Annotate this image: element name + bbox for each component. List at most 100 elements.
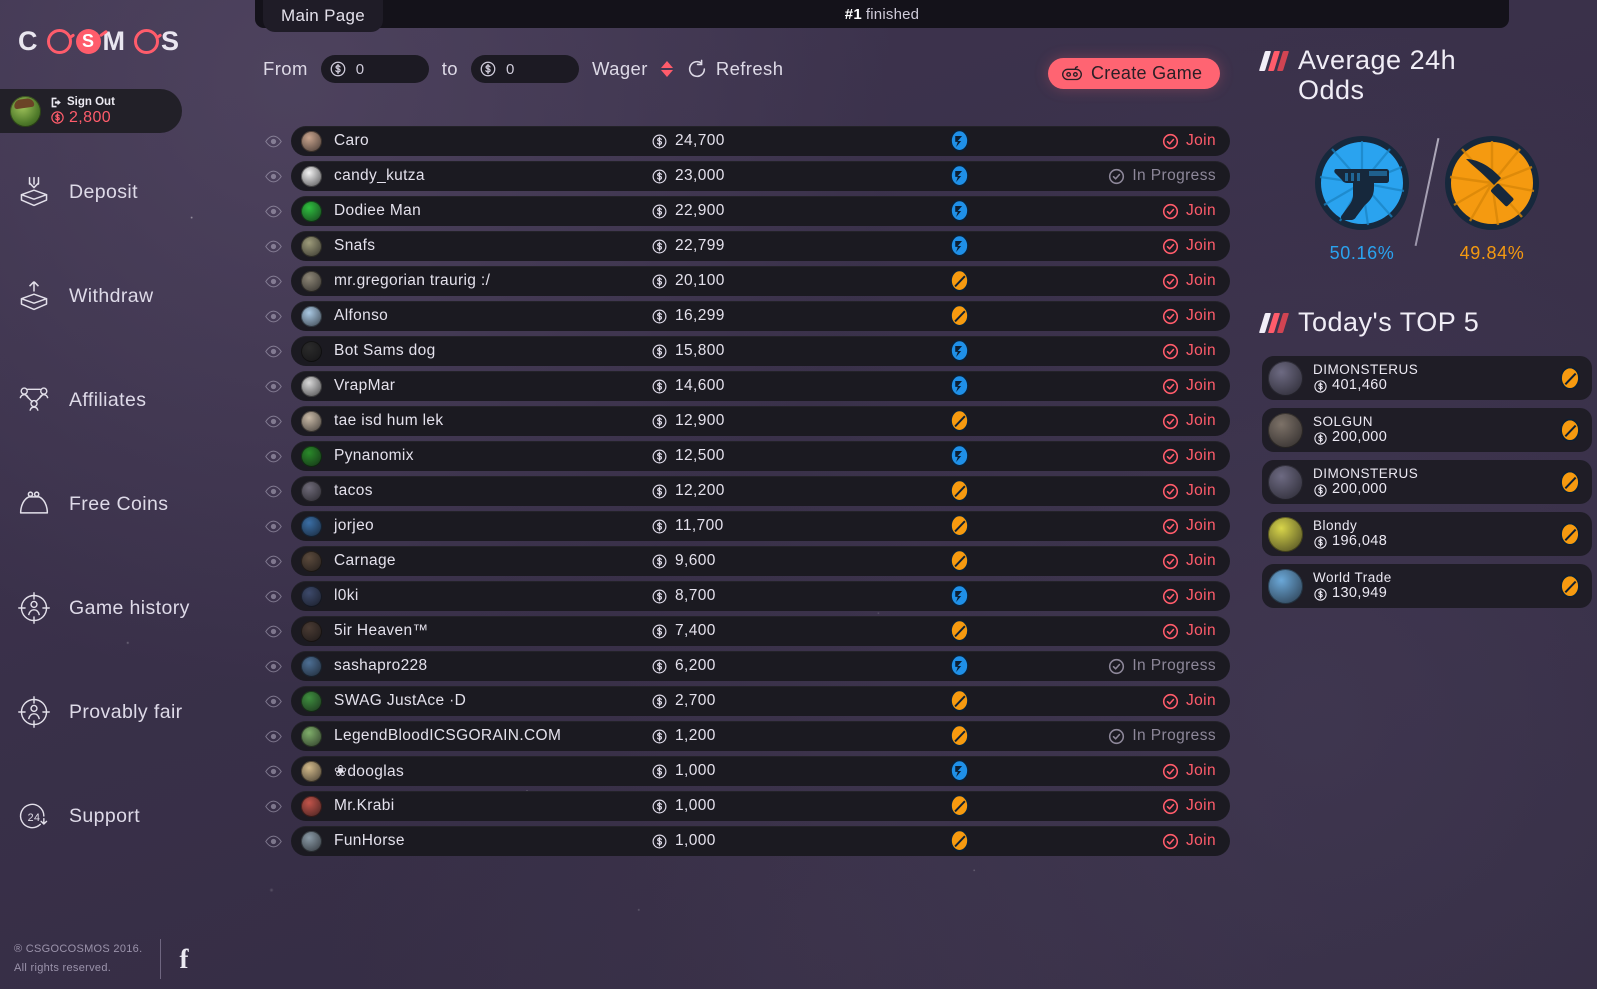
- join-button[interactable]: Join: [1162, 552, 1216, 570]
- game-row-body[interactable]: Caro 24,700 Join: [291, 126, 1230, 156]
- join-button[interactable]: Join: [1162, 587, 1216, 605]
- user-profile-panel[interactable]: Sign Out 2,800: [0, 89, 182, 133]
- join-button[interactable]: Join: [1162, 832, 1216, 850]
- game-row-body[interactable]: tacos 12,200 Join: [291, 476, 1230, 506]
- facebook-icon[interactable]: f: [179, 944, 188, 975]
- watch-game-icon[interactable]: [255, 590, 291, 603]
- game-row-body[interactable]: Carnage 9,600 Join: [291, 546, 1230, 576]
- refresh-button[interactable]: Refresh: [686, 58, 784, 80]
- game-row-body[interactable]: sashapro228 6,200 In Progress: [291, 651, 1230, 681]
- join-button[interactable]: Join: [1162, 202, 1216, 220]
- table-row[interactable]: Alfonso 16,299 Join: [255, 301, 1230, 331]
- watch-game-icon[interactable]: [255, 730, 291, 743]
- join-button[interactable]: Join: [1162, 482, 1216, 500]
- game-row-body[interactable]: candy_kutza 23,000 In Progress: [291, 161, 1230, 191]
- join-button[interactable]: Join: [1162, 342, 1216, 360]
- sidebar-item-free-coins[interactable]: Free Coins: [0, 472, 230, 536]
- wager-sort-label[interactable]: Wager: [592, 58, 648, 80]
- list-item[interactable]: Blondy 196,048: [1262, 512, 1592, 557]
- list-item[interactable]: DIMONSTERUS 200,000: [1262, 460, 1592, 505]
- join-button[interactable]: Join: [1162, 622, 1216, 640]
- watch-game-icon[interactable]: [255, 800, 291, 813]
- game-row-body[interactable]: LegendBloodICSGORAIN.COM 1,200 In Progress: [291, 721, 1230, 751]
- table-row[interactable]: Dodiee Man 22,900 Join: [255, 196, 1230, 226]
- to-input[interactable]: 0: [471, 55, 579, 83]
- sidebar-item-game-history[interactable]: Game history: [0, 576, 230, 640]
- table-row[interactable]: tacos 12,200 Join: [255, 476, 1230, 506]
- table-row[interactable]: LegendBloodICSGORAIN.COM 1,200 In Progress: [255, 721, 1230, 751]
- sign-out-button[interactable]: Sign Out: [50, 96, 115, 109]
- table-row[interactable]: Mr.Krabi 1,000 Join: [255, 791, 1230, 821]
- watch-game-icon[interactable]: [255, 275, 291, 288]
- watch-game-icon[interactable]: [255, 135, 291, 148]
- watch-game-icon[interactable]: [255, 205, 291, 218]
- watch-game-icon[interactable]: [255, 555, 291, 568]
- game-row-body[interactable]: ❀dooglas 1,000 Join: [291, 756, 1230, 786]
- join-button[interactable]: Join: [1162, 237, 1216, 255]
- game-row-body[interactable]: Mr.Krabi 1,000 Join: [291, 791, 1230, 821]
- watch-game-icon[interactable]: [255, 345, 291, 358]
- game-row-body[interactable]: mr.gregorian traurig :/ 20,100 Join: [291, 266, 1230, 296]
- watch-game-icon[interactable]: [255, 415, 291, 428]
- watch-game-icon[interactable]: [255, 485, 291, 498]
- from-input[interactable]: 0: [320, 55, 429, 83]
- table-row[interactable]: FunHorse 1,000 Join: [255, 826, 1230, 856]
- brand-logo[interactable]: C S M S: [18, 26, 186, 57]
- table-row[interactable]: Bot Sams dog 15,800 Join: [255, 336, 1230, 366]
- watch-game-icon[interactable]: [255, 380, 291, 393]
- list-item[interactable]: DIMONSTERUS 401,460: [1262, 356, 1592, 401]
- table-row[interactable]: l0ki 8,700 Join: [255, 581, 1230, 611]
- watch-game-icon[interactable]: [255, 450, 291, 463]
- join-button[interactable]: Join: [1162, 272, 1216, 290]
- game-row-body[interactable]: jorjeo 11,700 Join: [291, 511, 1230, 541]
- table-row[interactable]: Caro 24,700 Join: [255, 126, 1230, 156]
- join-button[interactable]: Join: [1162, 412, 1216, 430]
- watch-game-icon[interactable]: [255, 765, 291, 778]
- join-button[interactable]: Join: [1162, 762, 1216, 780]
- table-row[interactable]: ❀dooglas 1,000 Join: [255, 756, 1230, 786]
- tab-main-page[interactable]: Main Page: [263, 0, 383, 32]
- table-row[interactable]: mr.gregorian traurig :/ 20,100 Join: [255, 266, 1230, 296]
- table-row[interactable]: 5ir Heaven™ 7,400 Join: [255, 616, 1230, 646]
- list-item[interactable]: SOLGUN 200,000: [1262, 408, 1592, 453]
- sidebar-item-withdraw[interactable]: Withdraw: [0, 264, 230, 328]
- table-row[interactable]: VrapMar 14,600 Join: [255, 371, 1230, 401]
- watch-game-icon[interactable]: [255, 835, 291, 848]
- watch-game-icon[interactable]: [255, 695, 291, 708]
- watch-game-icon[interactable]: [255, 240, 291, 253]
- game-row-body[interactable]: Alfonso 16,299 Join: [291, 301, 1230, 331]
- join-button[interactable]: Join: [1162, 132, 1216, 150]
- game-row-body[interactable]: Dodiee Man 22,900 Join: [291, 196, 1230, 226]
- sort-updown-icon[interactable]: [660, 61, 673, 77]
- join-button[interactable]: Join: [1162, 307, 1216, 325]
- sidebar-item-support[interactable]: 24 Support: [0, 784, 230, 848]
- join-button[interactable]: Join: [1162, 692, 1216, 710]
- watch-game-icon[interactable]: [255, 170, 291, 183]
- game-row-body[interactable]: FunHorse 1,000 Join: [291, 826, 1230, 856]
- join-button[interactable]: Join: [1162, 517, 1216, 535]
- table-row[interactable]: candy_kutza 23,000 In Progress: [255, 161, 1230, 191]
- create-game-button[interactable]: Create Game: [1048, 58, 1221, 89]
- join-button[interactable]: Join: [1162, 377, 1216, 395]
- sidebar-item-deposit[interactable]: Deposit: [0, 160, 230, 224]
- table-row[interactable]: Pynanomix 12,500 Join: [255, 441, 1230, 471]
- watch-game-icon[interactable]: [255, 520, 291, 533]
- sidebar-item-provably-fair[interactable]: Provably fair: [0, 680, 230, 744]
- game-row-body[interactable]: l0ki 8,700 Join: [291, 581, 1230, 611]
- table-row[interactable]: Carnage 9,600 Join: [255, 546, 1230, 576]
- game-row-body[interactable]: Snafs 22,799 Join: [291, 231, 1230, 261]
- list-item[interactable]: World Trade 130,949: [1262, 564, 1592, 609]
- join-button[interactable]: Join: [1162, 447, 1216, 465]
- game-row-body[interactable]: Bot Sams dog 15,800 Join: [291, 336, 1230, 366]
- game-row-body[interactable]: VrapMar 14,600 Join: [291, 371, 1230, 401]
- game-row-body[interactable]: SWAG JustAce ·D 2,700 Join: [291, 686, 1230, 716]
- table-row[interactable]: jorjeo 11,700 Join: [255, 511, 1230, 541]
- table-row[interactable]: sashapro228 6,200 In Progress: [255, 651, 1230, 681]
- watch-game-icon[interactable]: [255, 625, 291, 638]
- join-button[interactable]: Join: [1162, 797, 1216, 815]
- watch-game-icon[interactable]: [255, 310, 291, 323]
- table-row[interactable]: SWAG JustAce ·D 2,700 Join: [255, 686, 1230, 716]
- game-row-body[interactable]: 5ir Heaven™ 7,400 Join: [291, 616, 1230, 646]
- game-row-body[interactable]: Pynanomix 12,500 Join: [291, 441, 1230, 471]
- sidebar-item-affiliates[interactable]: Affiliates: [0, 368, 230, 432]
